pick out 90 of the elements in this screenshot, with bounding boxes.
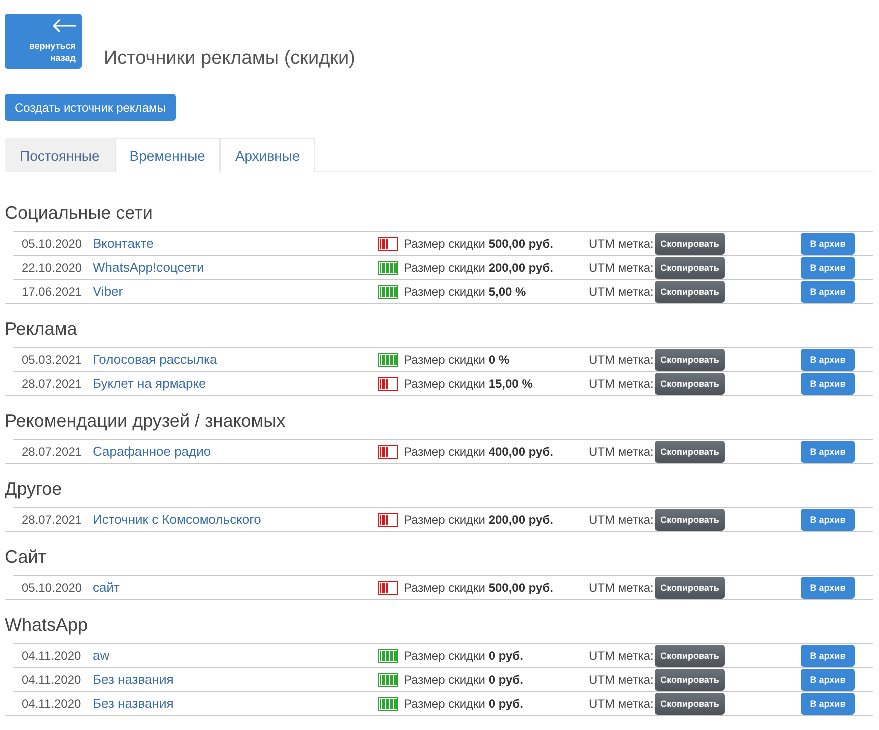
utm-label: UTM метка: [589,352,655,366]
discount-text: Размер скидки 5,00 % [404,284,528,298]
utm-label: UTM метка: [589,444,655,458]
battery-icon [378,260,398,274]
section-heading: Реклама [5,318,78,341]
source-link[interactable]: Без названия [93,672,378,687]
copy-button[interactable]: Скопировать [655,280,725,302]
tab[interactable]: Архивные [220,138,316,172]
archive-button[interactable]: В архив [801,440,855,462]
copy-button[interactable]: Скопировать [655,372,725,394]
discount-text: Размер скидки 15,00 % [404,376,534,390]
date-text: 04.11.2020 [22,696,82,710]
page-title: Источники рекламы (скидки) [104,47,356,71]
discount-text: Размер скидки 0 % [404,352,511,366]
copy-button[interactable]: Скопировать [655,232,725,254]
discount-text: Размер скидки 400,00 руб. [404,444,554,458]
section-heading: Сайт [5,546,48,569]
section-heading: Другое [5,478,64,501]
discount-text: Размер скидки 200,00 руб. [404,260,554,274]
date-text: 04.11.2020 [22,672,82,686]
section-heading: Рекомендации друзей / знакомых [5,410,287,433]
utm-label: UTM метка: [589,696,655,710]
archive-button[interactable]: В архив [801,348,855,370]
battery-icon [378,512,398,526]
date-text: 05.03.2021 [22,352,84,366]
copy-button[interactable]: Скопировать [655,668,725,690]
copy-button[interactable]: Скопировать [655,692,725,714]
battery-icon [378,376,398,390]
copy-button[interactable]: Скопировать [655,508,725,530]
source-link[interactable]: WhatsApp!соцсети [93,260,378,275]
section-heading: WhatsApp [5,614,90,637]
utm-label: UTM метка: [589,580,655,594]
archive-button[interactable]: В архив [801,256,855,278]
archive-button[interactable]: В архив [801,508,855,530]
utm-label: UTM метка: [589,284,655,298]
source-link[interactable]: aw [93,648,378,663]
date-text: 05.10.2020 [22,580,84,594]
arrow-left-icon [52,19,76,33]
utm-label: UTM метка: [589,260,655,274]
discount-text: Размер скидки 200,00 руб. [404,512,554,526]
discount-text: Размер скидки 500,00 руб. [404,236,554,250]
utm-label: UTM метка: [589,648,655,662]
copy-button[interactable]: Скопировать [655,644,725,666]
tab[interactable]: Постоянные [5,138,115,172]
source-link[interactable]: Буклет на ярмарке [93,376,378,391]
discount-text: Размер скидки 0 руб. [404,696,524,710]
copy-button[interactable]: Скопировать [655,348,725,370]
tab[interactable]: Временные [114,138,220,172]
source-link[interactable]: Сарафанное радио [93,444,378,459]
archive-button[interactable]: В архив [801,644,855,666]
back-button[interactable]: вернуться назад [5,14,82,69]
battery-icon [378,352,398,366]
date-text: 22.10.2020 [22,260,84,274]
archive-button[interactable]: В архив [801,280,855,302]
discount-text: Размер скидки 0 руб. [404,672,524,686]
utm-label: UTM метка: [589,376,655,390]
source-link[interactable]: Голосовая рассылка [93,352,378,367]
source-link[interactable]: Источник с Комсомольского [93,512,378,527]
copy-button[interactable]: Скопировать [655,440,725,462]
archive-button[interactable]: В архив [801,232,855,254]
date-text: 28.07.2021 [22,512,84,526]
date-text: 05.10.2020 [22,236,84,250]
battery-icon [378,696,398,710]
archive-button[interactable]: В архив [801,692,855,714]
archive-button[interactable]: В архив [801,668,855,690]
battery-icon [378,444,398,458]
utm-label: UTM метка: [589,512,655,526]
discount-text: Размер скидки 0 руб. [404,648,524,662]
battery-icon [378,236,398,250]
source-link[interactable]: сайт [93,580,378,595]
discount-text: Размер скидки 500,00 руб. [404,580,554,594]
battery-icon [378,580,398,594]
copy-button[interactable]: Скопировать [655,256,725,278]
archive-button[interactable]: В архив [801,372,855,394]
battery-icon [378,672,398,686]
utm-label: UTM метка: [589,672,655,686]
source-link[interactable]: Без названия [93,696,378,711]
copy-button[interactable]: Скопировать [655,576,725,598]
section-heading: Социальные сети [5,202,154,225]
date-text: 28.07.2021 [22,376,84,390]
source-link[interactable]: Viber [93,284,378,299]
create-button[interactable]: Создать источник рекламы [5,94,176,121]
date-text: 17.06.2021 [22,284,84,298]
source-link[interactable]: Вконтакте [93,236,378,251]
date-text: 28.07.2021 [22,444,84,458]
battery-icon [378,284,398,298]
archive-button[interactable]: В архив [801,576,855,598]
utm-label: UTM метка: [589,236,655,250]
battery-icon [378,648,398,662]
date-text: 04.11.2020 [22,648,82,662]
